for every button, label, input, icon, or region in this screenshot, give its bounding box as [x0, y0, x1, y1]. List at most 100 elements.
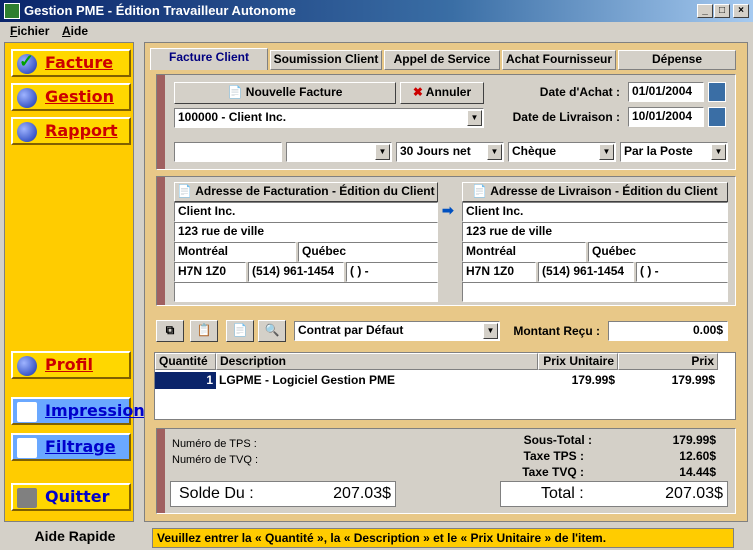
status-bar: Aide Rapide Veuillez entrer la « Quantit… — [0, 526, 753, 550]
impression-label: Impression — [45, 401, 145, 420]
taxe-tvq-label: Taxe TVQ : — [522, 465, 584, 479]
filtrage-label: Filtrage — [45, 437, 116, 456]
quitter-button[interactable]: Quitter — [11, 483, 131, 511]
chevron-down-icon[interactable]: ▼ — [487, 144, 502, 160]
cancel-button[interactable]: ✖ Annuler — [400, 82, 484, 104]
rep-select[interactable]: ▼ — [286, 142, 392, 162]
contract-value: Contrat par Défaut — [298, 323, 404, 337]
row-unit-price[interactable]: 179.99$ — [538, 372, 618, 389]
contract-select[interactable]: Contrat par Défaut ▼ — [294, 321, 500, 341]
exit-icon — [17, 488, 37, 508]
profil-icon — [17, 356, 37, 376]
quitter-label: Quitter — [45, 487, 110, 506]
nav-rapport-label: Rapport — [45, 121, 118, 140]
billing-edit-button[interactable]: 📄 Adresse de Facturation - Édition du Cl… — [174, 182, 438, 202]
tab-facture-client[interactable]: Facture Client — [150, 48, 268, 70]
shipping-extra[interactable] — [462, 282, 728, 302]
nav-gestion-label: Gestion — [45, 87, 115, 106]
maximize-button[interactable]: □ — [714, 4, 730, 18]
menu-fichier[interactable]: Fichier — [10, 24, 49, 38]
tab-achat-fournisseur[interactable]: Achat Fournisseur — [502, 50, 616, 70]
montant-input[interactable]: 0.00$ — [608, 321, 728, 341]
nav-facture-button[interactable]: ✓ Facture — [11, 49, 131, 77]
row-price[interactable]: 179.99$ — [618, 372, 718, 389]
binoculars-icon[interactable]: 🔍 — [258, 320, 286, 342]
filtrage-button[interactable]: Filtrage — [11, 433, 131, 461]
close-button[interactable]: × — [733, 4, 749, 18]
nav-rapport-button[interactable]: Rapport — [11, 117, 131, 145]
impression-button[interactable]: Impression — [11, 397, 145, 425]
rapport-icon — [17, 122, 37, 142]
solde-box: Solde Du : 207.03$ — [170, 481, 396, 507]
document-icon[interactable]: 📄 — [226, 320, 254, 342]
col-quantite[interactable]: Quantité — [155, 353, 216, 370]
chevron-down-icon[interactable]: ▼ — [375, 144, 390, 160]
totals-grip[interactable] — [157, 429, 165, 513]
cancel-icon: ✖ — [412, 85, 423, 99]
terms-select[interactable]: 30 Jours net ▼ — [396, 142, 504, 162]
address-grip[interactable] — [157, 177, 165, 305]
filter-icon — [17, 438, 37, 458]
chevron-down-icon[interactable]: ▼ — [483, 323, 498, 339]
sidebar: ✓ Facture Gestion Rapport Profil Impress… — [4, 42, 145, 522]
total-label: Total : — [541, 485, 584, 502]
payment-value: Chèque — [512, 144, 557, 158]
date-achat-label: Date d'Achat : — [539, 85, 620, 99]
ref-input[interactable] — [174, 142, 282, 162]
chevron-down-icon[interactable]: ▼ — [711, 144, 726, 160]
header-grip[interactable] — [157, 75, 165, 169]
minimize-button[interactable]: _ — [697, 4, 713, 18]
paste-icon[interactable]: 📋 — [190, 320, 218, 342]
chevron-down-icon[interactable]: ▼ — [599, 144, 614, 160]
row-qty[interactable]: 1 — [155, 372, 216, 389]
menu-bar: Fichier Aide — [0, 22, 753, 40]
client-select[interactable]: 100000 - Client Inc. ▼ — [174, 108, 484, 128]
row-description[interactable]: LGPME - Logiciel Gestion PME — [216, 372, 538, 389]
copy-arrow-icon[interactable]: ➡ — [442, 202, 458, 220]
gestion-icon — [17, 88, 37, 108]
billing-phone[interactable]: (514) 961-1454 — [248, 262, 344, 282]
billing-city[interactable]: Montréal — [174, 242, 296, 262]
tab-soumission-client[interactable]: Soumission Client — [270, 50, 382, 70]
nav-gestion-button[interactable]: Gestion — [11, 83, 131, 111]
shipping-select[interactable]: Par la Poste ▼ — [620, 142, 728, 162]
shipping-province[interactable]: Québec — [588, 242, 728, 262]
billing-province[interactable]: Québec — [298, 242, 438, 262]
calendar-icon[interactable] — [708, 82, 726, 102]
copy-icon[interactable]: ⧉ — [156, 320, 184, 342]
shipping-fax[interactable]: ( ) - — [636, 262, 728, 282]
cancel-label: Annuler — [425, 85, 472, 99]
tab-depense[interactable]: Dépense — [618, 50, 736, 70]
resize-grip-icon[interactable] — [738, 534, 750, 546]
shipping-title: Adresse de Livraison - Édition du Client — [490, 184, 718, 198]
col-prix[interactable]: Prix — [618, 353, 718, 370]
calendar-icon[interactable] — [708, 107, 726, 127]
col-prix-unitaire[interactable]: Prix Unitaire — [538, 353, 618, 370]
tps-label: Numéro de TPS : — [172, 438, 257, 450]
shipping-edit-button[interactable]: 📄 Adresse de Livraison - Édition du Clie… — [462, 182, 728, 202]
billing-name[interactable]: Client Inc. — [174, 202, 438, 222]
billing-extra[interactable] — [174, 282, 438, 302]
new-invoice-button[interactable]: 📄 Nouvelle Facture — [174, 82, 396, 104]
shipping-phone[interactable]: (514) 961-1454 — [538, 262, 634, 282]
solde-value: 207.03$ — [333, 485, 391, 502]
menu-aide[interactable]: Aide — [62, 24, 88, 38]
billing-postal[interactable]: H7N 1Z0 — [174, 262, 246, 282]
nav-profil-button[interactable]: Profil — [11, 351, 131, 379]
shipping-postal[interactable]: H7N 1Z0 — [462, 262, 536, 282]
date-achat-input[interactable]: 01/01/2004 — [628, 82, 704, 102]
shipping-street[interactable]: 123 rue de ville — [462, 222, 728, 242]
check-icon: ✓ — [19, 51, 35, 71]
billing-fax[interactable]: ( ) - — [346, 262, 438, 282]
shipping-name[interactable]: Client Inc. — [462, 202, 728, 222]
chevron-down-icon[interactable]: ▼ — [467, 110, 482, 126]
col-description[interactable]: Description — [216, 353, 538, 370]
date-livraison-input[interactable]: 10/01/2004 — [628, 107, 704, 127]
shipping-city[interactable]: Montréal — [462, 242, 586, 262]
total-value: 207.03$ — [665, 485, 723, 502]
tab-appel-service[interactable]: Appel de Service — [384, 50, 500, 70]
payment-select[interactable]: Chèque ▼ — [508, 142, 616, 162]
app-icon — [4, 3, 20, 19]
billing-street[interactable]: 123 rue de ville — [174, 222, 438, 242]
printer-icon — [17, 402, 37, 422]
